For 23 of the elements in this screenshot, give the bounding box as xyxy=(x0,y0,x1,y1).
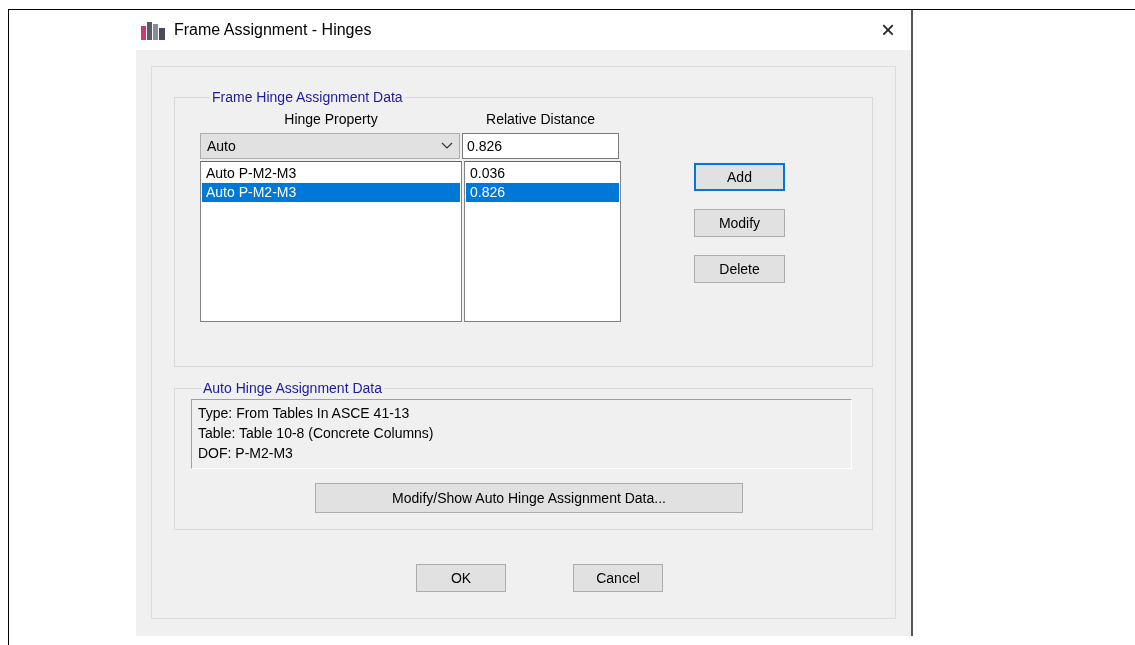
action-button[interactable]: Add xyxy=(694,163,785,191)
column-header: Hinge Property xyxy=(283,111,379,127)
chevron-down-icon xyxy=(441,142,453,150)
list-item[interactable]: 0.826 xyxy=(466,183,619,202)
dialog-button[interactable]: Cancel xyxy=(573,564,663,592)
info-line: Type: From Tables In ASCE 41-13 xyxy=(198,404,411,423)
window-title: Frame Assignment - Hinges xyxy=(174,21,372,39)
action-button[interactable]: Delete xyxy=(694,255,785,283)
list-item[interactable]: Auto P-M2-M3 xyxy=(202,183,460,202)
group-title: Auto Hinge Assignment Data xyxy=(202,380,383,396)
app-icon xyxy=(140,20,166,40)
list-item[interactable]: 0.036 xyxy=(466,164,619,183)
modify-show-button[interactable]: Modify/Show Auto Hinge Assignment Data... xyxy=(315,483,743,513)
close-button[interactable]: × xyxy=(881,18,895,42)
list-item[interactable]: Auto P-M2-M3 xyxy=(202,164,460,183)
action-button[interactable]: Modify xyxy=(694,209,785,237)
hinge-property-dropdown[interactable]: Auto xyxy=(200,133,460,159)
relative-distance-field[interactable]: 0.826 xyxy=(462,133,619,159)
info-line: Table: Table 10-8 (Concrete Columns) xyxy=(198,424,435,443)
column-header: Relative Distance xyxy=(485,111,596,127)
group-title: Frame Hinge Assignment Data xyxy=(211,89,404,105)
info-line: DOF: P-M2-M3 xyxy=(198,444,294,463)
dialog-button[interactable]: OK xyxy=(416,564,506,592)
